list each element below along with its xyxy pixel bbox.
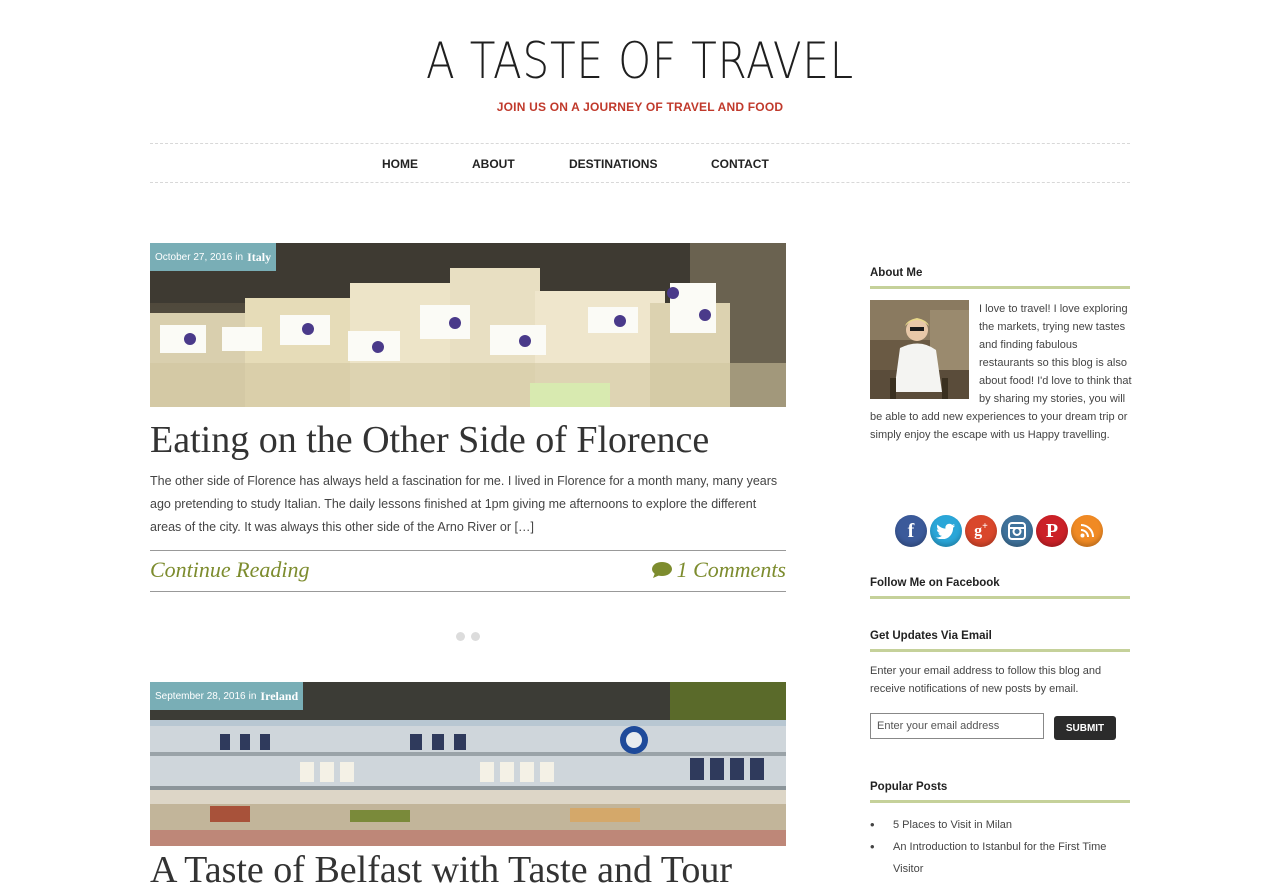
site-tagline: JOIN US ON A JOURNEY OF TRAVEL AND FOOD xyxy=(496,100,784,114)
popular-post-link[interactable]: 5 Places to Visit in Milan xyxy=(870,814,1132,836)
popular-post-link[interactable]: An Introduction to Istanbul for the Firs… xyxy=(870,836,1132,880)
post-footer: Continue Reading 1 Comments xyxy=(150,550,786,592)
facebook-icon[interactable]: f xyxy=(895,515,927,547)
submit-button[interactable]: SUBMIT xyxy=(1054,716,1116,740)
post-date: September 28, 2016 xyxy=(155,690,246,702)
author-avatar xyxy=(870,300,969,399)
rss-glyph xyxy=(1080,524,1094,538)
post-in-label: in xyxy=(248,690,257,702)
about-me-heading: About Me xyxy=(870,267,1130,289)
continue-reading-link[interactable]: Continue Reading xyxy=(150,557,309,583)
instagram-icon[interactable] xyxy=(1001,515,1033,547)
post-meta: September 28, 2016 in Ireland xyxy=(150,682,304,710)
camera-glyph xyxy=(1008,522,1026,540)
post-excerpt: The other side of Florence has always he… xyxy=(150,474,778,534)
email-field[interactable] xyxy=(870,713,1044,739)
facebook-heading: Follow Me on Facebook xyxy=(870,577,1130,599)
post-category-link[interactable]: Italy xyxy=(247,250,271,265)
comments-link[interactable]: 1 Comments xyxy=(651,557,786,583)
nav-item-home[interactable]: HOME xyxy=(382,157,418,171)
nav-item-about[interactable]: ABOUT xyxy=(472,157,515,171)
nav-item-destinations[interactable]: DESTINATIONS xyxy=(569,157,657,171)
main-nav: HOME ABOUT DESTINATIONS CONTACT xyxy=(150,143,1130,183)
popular-posts-list: 5 Places to Visit in Milan An Introducti… xyxy=(870,814,1132,880)
pinterest-icon[interactable]: P xyxy=(1036,515,1068,547)
popular-posts-heading: Popular Posts xyxy=(870,781,1130,803)
post-in-label: in xyxy=(235,251,244,263)
twitter-icon[interactable] xyxy=(930,515,962,547)
bird-glyph xyxy=(936,523,955,539)
comment-icon xyxy=(651,562,672,578)
post-category-link[interactable]: Ireland xyxy=(260,689,298,704)
comments-count: 1 Comments xyxy=(676,557,786,582)
nav-item-contact[interactable]: CONTACT xyxy=(711,157,769,171)
post-meta: October 27, 2016 in Italy xyxy=(150,243,277,271)
carousel-dot[interactable] xyxy=(456,632,465,641)
google-plus-icon[interactable]: g+ xyxy=(965,515,997,547)
email-description: Enter your email address to follow this … xyxy=(870,665,1102,695)
post-date: October 27, 2016 xyxy=(155,251,233,263)
email-updates-heading: Get Updates Via Email xyxy=(870,630,1130,652)
post-title[interactable]: A Taste of Belfast with Taste and Tour xyxy=(150,848,732,892)
post-title[interactable]: Eating on the Other Side of Florence xyxy=(150,418,709,462)
rss-icon[interactable] xyxy=(1071,515,1103,547)
carousel-dot[interactable] xyxy=(471,632,480,641)
site-header: A TASTE OF TRAVEL JOIN US ON A JOURNEY O… xyxy=(0,0,1280,140)
site-title[interactable]: A TASTE OF TRAVEL xyxy=(102,32,1177,90)
